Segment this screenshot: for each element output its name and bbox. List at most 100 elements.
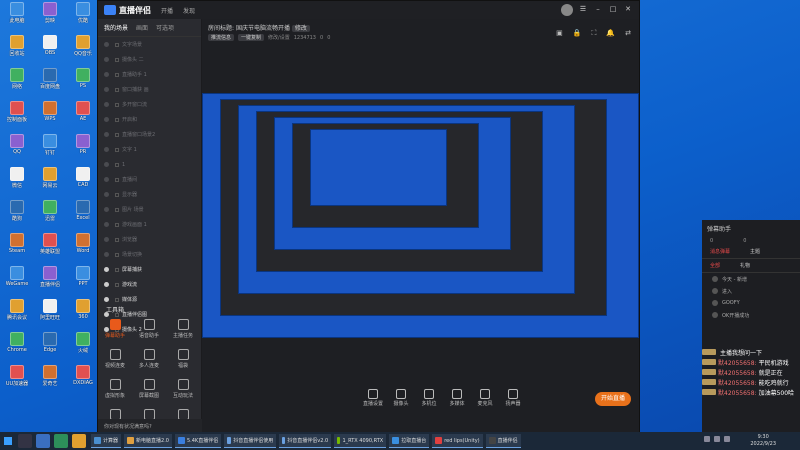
desktop-icon[interactable]: PPT [68,266,98,287]
tool-button[interactable]: 主播任务 [166,319,200,339]
wifi-icon[interactable] [704,436,710,442]
desktop-icon[interactable]: WPS [35,101,65,122]
desktop-icon[interactable]: PS [68,68,98,89]
bottom-tool-button[interactable]: 多媒体 [446,389,468,407]
eye-icon[interactable] [104,207,109,212]
go-live-button[interactable]: 开始直播 [595,392,631,406]
bottom-tool-button[interactable]: 摄像头 [390,389,412,407]
taskbar-app[interactable]: 直播伴侣 [485,434,521,448]
desktop-icon[interactable]: 网易云 [35,167,65,189]
eye-icon[interactable] [104,147,109,152]
source-item[interactable]: 文字 1 [98,142,201,157]
eye-icon[interactable] [104,192,109,197]
desktop-icon[interactable]: QQ音乐 [68,35,98,57]
desktop-icon[interactable]: 网络 [2,68,32,90]
source-item[interactable]: 1 [98,157,201,172]
desktop-icon[interactable]: 控制面板 [2,101,32,123]
desktop-icon[interactable]: 酷狗 [2,200,32,222]
desktop-icon[interactable]: QQ [2,134,32,155]
start-button[interactable] [0,432,16,450]
tab-gifts[interactable]: 礼物 [740,262,750,269]
desktop-icon[interactable]: 回收站 [2,35,32,57]
desktop-icon[interactable]: 优酷 [68,2,98,24]
source-item[interactable]: 游戏画面 1 [98,217,201,232]
desktop-icon[interactable]: 微信 [2,167,32,189]
eye-icon[interactable] [104,42,109,47]
minimize-icon[interactable]: – [593,4,603,14]
edit-title-button[interactable]: 修改 [291,25,310,32]
desktop-icon[interactable]: Chrome [2,332,32,353]
lock-icon[interactable]: 🔒 [573,29,582,38]
source-item[interactable]: 屏幕捕获 [98,262,201,277]
taskbar-app[interactable]: 新电脑直播2.0 [124,434,172,448]
desktop-icon[interactable]: 爱奇艺 [35,365,65,387]
taskbar-app[interactable]: 抖音直播伴侣v2.0 [279,434,332,448]
live-preview[interactable] [202,93,639,338]
close-icon[interactable]: ✕ [623,4,633,14]
settings-link[interactable]: 修改/设置 [268,34,290,41]
ime-icon[interactable] [724,436,730,442]
source-item[interactable]: 浏览器 [98,232,201,247]
desktop-icon[interactable]: WeGame [2,266,32,287]
source-item[interactable]: 显示器 [98,187,201,202]
desktop-icon[interactable]: 阿里旺旺 [35,299,65,321]
tab-theme[interactable]: 主题 [750,248,760,255]
taskbar-app[interactable]: 5.4K直播伴侣 [174,434,222,448]
tab-options[interactable]: 可选项 [156,23,174,32]
desktop-icon[interactable]: OBS [35,35,65,56]
source-item[interactable]: 多开窗口流 [98,97,201,112]
desktop-icon[interactable]: 直播伴侣 [35,266,65,288]
tool-button[interactable]: 语音助手 [132,319,166,339]
desktop-icon[interactable]: 迅雷 [35,200,65,222]
source-item[interactable]: 直播助手 1 [98,67,201,82]
desktop-icon[interactable]: CAD [68,167,98,188]
eye-icon[interactable] [104,177,109,182]
source-item[interactable]: 直播窗口场景2 [98,127,201,142]
tool-button[interactable]: 互动玩法 [166,379,200,399]
desktop-icon[interactable]: DXDIAG [68,365,98,386]
source-item[interactable]: 文字场景 [98,37,201,52]
eye-icon[interactable] [104,132,109,137]
eye-icon[interactable] [104,297,109,302]
task-view-icon[interactable] [36,434,50,448]
desktop-icon[interactable]: UU加速器 [2,365,32,387]
eye-icon[interactable] [104,237,109,242]
desktop-icon[interactable]: 英雄联盟 [35,233,65,255]
taskbar-app[interactable]: red lips(Unity) [432,434,483,448]
tool-button[interactable]: 屏幕截图 [132,379,166,399]
eye-icon[interactable] [104,87,109,92]
desktop-icon[interactable]: 百度网盘 [35,68,65,90]
bottom-tool-button[interactable]: 直播设置 [362,389,384,407]
eye-icon[interactable] [104,72,109,77]
source-item[interactable]: 游戏流 [98,277,201,292]
tool-button[interactable]: 视频连麦 [98,349,132,369]
volume-icon[interactable] [714,436,720,442]
taskbar-app[interactable]: 抖音直播伴侣使用 [224,434,277,448]
eye-icon[interactable] [104,267,109,272]
source-item[interactable]: 直播间 [98,172,201,187]
eye-icon[interactable] [104,282,109,287]
taskbar-app[interactable]: 计算器 [91,434,122,448]
tab-all[interactable]: 全部 [710,262,720,269]
share-icon[interactable]: ⇄ [625,29,631,38]
desktop-icon[interactable]: Word [68,233,98,254]
clock[interactable]: 9:30 2022/9/23 [750,434,776,448]
notify-icon[interactable]: 🔔 [606,29,615,38]
maximize-icon[interactable]: □ [608,4,618,14]
source-item[interactable]: 摄像头 二 [98,52,201,67]
desktop-icon[interactable]: 360 [68,299,98,320]
bottom-tool-button[interactable]: 麦克风 [474,389,496,407]
stream-info-chip[interactable]: 推流信息 [208,34,235,41]
eye-icon[interactable] [104,162,109,167]
desktop-icon[interactable]: Edge [35,332,65,353]
desktop-icon[interactable]: Steam [2,233,32,254]
source-item[interactable]: 场景切换 [98,247,201,262]
tab-messages[interactable]: 消息弹幕 [710,248,730,255]
fullscreen-icon[interactable]: ⛶ [592,29,597,38]
tab-discover[interactable]: 发现 [183,6,195,15]
tool-button[interactable]: 福袋 [166,349,200,369]
bottom-tool-button[interactable]: 扬声器 [502,389,524,407]
tool-button[interactable]: 多人连麦 [132,349,166,369]
copy-chip[interactable]: 一键复制 [238,34,265,41]
desktop-icon[interactable]: AE [68,101,98,122]
